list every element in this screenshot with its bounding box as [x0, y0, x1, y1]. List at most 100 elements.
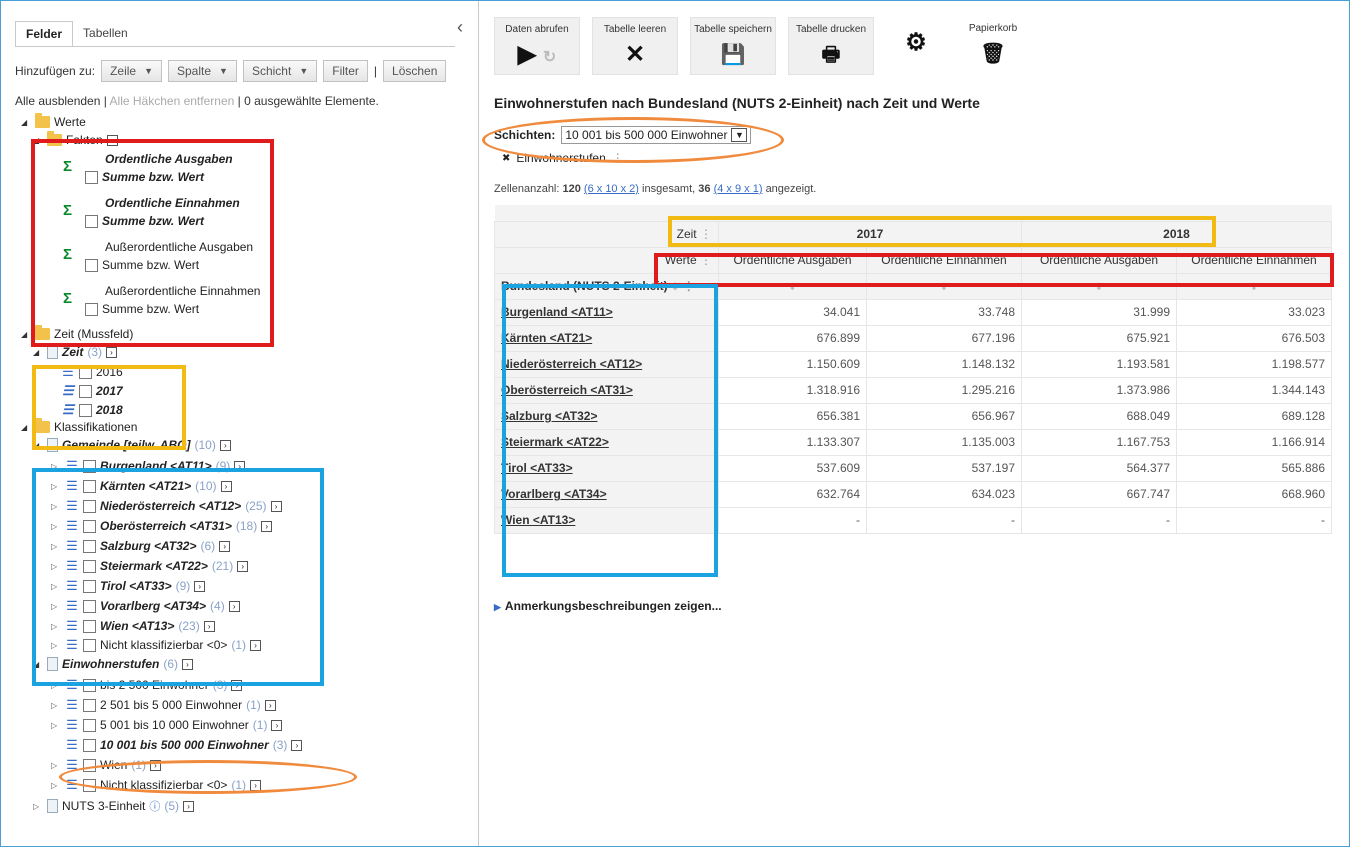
notes-toggle[interactable]: ▶ Anmerkungsbeschreibungen zeigen... — [494, 599, 722, 613]
hide-all-link[interactable]: Alle ausblenden — [15, 94, 100, 108]
list-lines-icon: ☰ — [62, 402, 74, 417]
state-item[interactable]: ▷ ☰ Steiermark <AT22> (21) › — [51, 558, 249, 574]
value-cell: 634.023 — [866, 480, 1022, 508]
expand-triangle-icon: ◢ — [21, 422, 28, 432]
checkbox — [83, 718, 96, 732]
year-item[interactable]: ☰ 2018 — [61, 402, 123, 418]
state-item[interactable]: ▷ ☰ Burgenland <AT11> (9) › — [51, 458, 246, 474]
stufe-item[interactable]: ▷ ☰ 5 001 bis 10 000 Einwohner (1) › — [51, 717, 283, 733]
expand-triangle-icon: ◢ — [33, 135, 40, 145]
delete-button[interactable]: Löschen — [383, 60, 447, 82]
checkbox — [83, 738, 96, 752]
dimension-icon — [47, 799, 58, 813]
row-header-link[interactable]: Niederösterreich <AT12> — [494, 350, 719, 378]
add-layer-button[interactable]: Schicht ▼ — [242, 60, 318, 82]
stufe-item[interactable]: ▷ ☰ Wien (1) › — [51, 757, 162, 773]
row-header-link[interactable]: Tirol <AT33> — [494, 454, 719, 482]
tree-node-zeit[interactable]: ◢ Zeit (3) › — [33, 345, 118, 359]
value-cell: 1.166.914 — [1176, 428, 1332, 456]
selected-count: 0 ausgewählte Elemente. — [244, 94, 379, 108]
row-header-link[interactable]: Vorarlberg <AT34> — [494, 480, 719, 508]
row-header-link[interactable]: Steiermark <AT22> — [494, 428, 719, 456]
layer-select[interactable]: 10 001 bis 500 000 Einwohner ▼ — [561, 126, 752, 144]
clear-table-button[interactable]: Tabelle leeren ✕ — [592, 17, 678, 75]
state-item[interactable]: ▷ ☰ Niederösterreich <AT12> (25) › — [51, 498, 282, 514]
expand-button-icon[interactable]: › — [219, 439, 231, 451]
add-row-button[interactable]: Zeile ▼ — [101, 60, 162, 82]
checkbox — [83, 619, 96, 633]
fact-name: Außerordentliche Ausgaben — [105, 240, 254, 254]
tree-node-gemeinde[interactable]: ◢ Gemeinde [teilw. ABO] (10) › — [33, 438, 231, 452]
sort-cell[interactable]: ⬍ — [718, 272, 867, 300]
expand-triangle-icon: ◢ — [21, 117, 28, 127]
remove-icon: ✖ — [502, 152, 511, 164]
trash-icon: 🗑 — [980, 43, 1006, 65]
remove-checks-link[interactable]: Alle Häkchen entfernen — [110, 94, 235, 108]
layer-dimension[interactable]: ✖ Einwohnerstufen ⋮ — [502, 151, 624, 165]
state-item[interactable]: ▷ ☰ Nicht klassifizierbar <0> (1) › — [51, 637, 262, 653]
sort-cell[interactable]: ⬍ — [1021, 272, 1177, 300]
tree-node-zeit-mussfeld[interactable]: ◢ Zeit (Mussfeld) — [21, 325, 133, 341]
col-dim-werte[interactable]: Werte ⋮ — [494, 246, 719, 274]
save-table-button[interactable]: Tabelle speichern 💾 — [690, 17, 776, 75]
row-header-link[interactable]: Salzburg <AT32> — [494, 402, 719, 430]
state-item[interactable]: ▷ ☰ Vorarlberg <AT34> (4) › — [51, 598, 240, 614]
fact-measure[interactable]: Summe bzw. Wert — [85, 302, 199, 316]
chevron-right-icon: ▶ — [494, 602, 501, 612]
cell-shown-link[interactable]: (4 x 9 x 1) — [714, 183, 763, 195]
tree-node-nuts3[interactable]: ▷ NUTS 3-Einheit ⓘ (5) › — [33, 798, 195, 814]
year-item[interactable]: ☰ 2016 — [61, 364, 123, 380]
value-cell: 668.960 — [1176, 480, 1332, 508]
stufe-item[interactable]: ▷ ☰ bis 2 500 Einwohner (3) › — [51, 677, 243, 693]
fetch-data-button[interactable]: Daten abrufen ▶ ↻ — [494, 17, 580, 75]
list-lines-icon: ☰ — [66, 598, 78, 613]
expand-button-icon[interactable]: › — [106, 346, 118, 358]
table-row: Vorarlberg <AT34> 632.764 634.023 667.747 66… — [494, 480, 1332, 508]
state-item[interactable]: ▷ ☰ Tirol <AT33> (9) › — [51, 578, 206, 594]
gear-icon: ⚙ — [905, 29, 927, 56]
filter-button[interactable]: Filter — [323, 60, 368, 82]
row-header-link[interactable]: Wien <AT13> — [494, 506, 719, 534]
col-dim-zeit[interactable]: Zeit ⋮ — [494, 220, 719, 248]
tab-tabellen[interactable]: Tabellen — [73, 21, 138, 47]
collapse-panel-icon[interactable]: ‹ — [457, 17, 463, 38]
row-header-link[interactable]: Burgenland <AT11> — [494, 298, 719, 326]
row-dim-header[interactable]: Bundesland (NUTS 2-Einheit) ⬍ ⋮ — [494, 272, 719, 300]
checkbox — [83, 479, 96, 493]
expand-triangle-icon: ◢ — [33, 659, 40, 669]
list-lines-icon: ☰ — [66, 637, 78, 652]
list-lines-icon: ☰ — [66, 717, 78, 732]
stufe-item-selected[interactable]: ☰ 10 001 bis 500 000 Einwohner (3) › — [51, 737, 303, 753]
row-header-link[interactable]: Kärnten <AT21> — [494, 324, 719, 352]
stufe-item[interactable]: ▷ ☰ Nicht klassifizierbar <0> (1) › — [51, 777, 262, 793]
year-item[interactable]: ☰ 2017 — [61, 383, 123, 399]
expand-button-icon[interactable]: › — [106, 134, 118, 146]
sort-cell[interactable]: ⬍ — [1176, 272, 1332, 300]
fact-measure[interactable]: Summe bzw. Wert — [85, 214, 204, 228]
trash-button[interactable]: Papierkorb 🗑 — [958, 17, 1028, 75]
cell-total-link[interactable]: (6 x 10 x 2) — [584, 183, 639, 195]
sigma-icon: Σ — [63, 158, 73, 175]
fact-measure[interactable]: Summe bzw. Wert — [85, 258, 199, 272]
tree-node-fakten[interactable]: ◢ Fakten › — [33, 131, 118, 147]
stufe-item[interactable]: ▷ ☰ 2 501 bis 5 000 Einwohner (1) › — [51, 697, 276, 713]
settings-button[interactable]: ⚙ — [886, 17, 946, 75]
state-item[interactable]: ▷ ☰ Salzburg <AT32> (6) › — [51, 538, 231, 554]
sort-cell[interactable]: ⬍ — [866, 272, 1022, 300]
tree-node-einwohnerstufen[interactable]: ◢ Einwohnerstufen (6) › — [33, 657, 194, 671]
state-item[interactable]: ▷ ☰ Oberösterreich <AT31> (18) › — [51, 518, 273, 534]
state-item[interactable]: ▷ ☰ Kärnten <AT21> (10) › — [51, 478, 232, 494]
state-item[interactable]: ▷ ☰ Wien <AT13> (23) › — [51, 618, 215, 634]
row-header-link[interactable]: Oberösterreich <AT31> — [494, 376, 719, 404]
add-to-row: Hinzufügen zu: Zeile ▼ Spalte ▼ Schicht ▼ F… — [15, 59, 447, 83]
fact-measure[interactable]: Summe bzw. Wert — [85, 170, 204, 184]
play-icon: ▶ ↻ — [517, 41, 557, 68]
tree-node-klassifikationen[interactable]: ◢ Klassifikationen — [21, 418, 137, 434]
add-column-button[interactable]: Spalte ▼ — [168, 60, 237, 82]
table-row: Niederösterreich <AT12> 1.150.609 1.148.13… — [494, 350, 1332, 378]
chevron-down-icon: ▼ — [144, 66, 153, 76]
table-row: Wien <AT13> - - - - — [494, 506, 1332, 534]
tab-felder[interactable]: Felder — [15, 21, 74, 47]
print-table-button[interactable]: Tabelle drucken 🖶 — [788, 17, 874, 75]
tree-node-werte[interactable]: ◢ Werte — [21, 113, 86, 129]
